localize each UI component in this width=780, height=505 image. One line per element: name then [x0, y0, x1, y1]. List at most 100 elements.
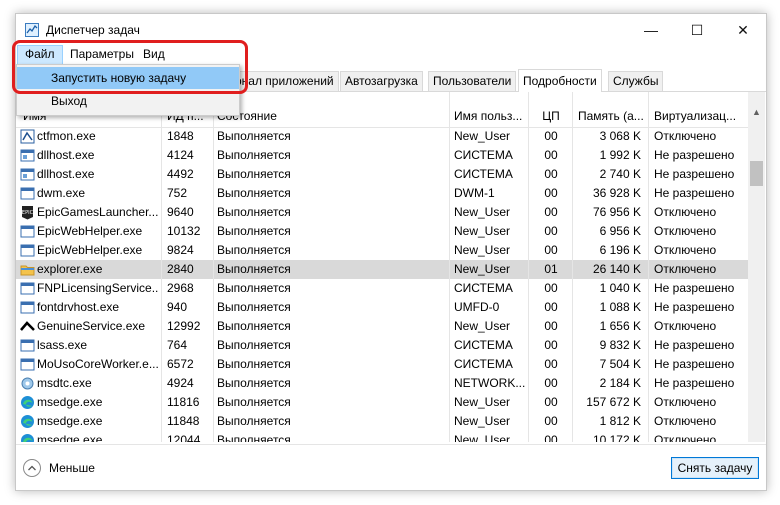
dllhost-icon: [20, 149, 35, 162]
process-memory: 2 740 K: [599, 167, 641, 181]
process-name: MoUsoCoreWorker.e...: [37, 357, 158, 371]
process-virtualization: Отключено: [654, 319, 717, 333]
process-state: Выполняется: [217, 148, 291, 162]
process-virtualization: Не разрешено: [654, 300, 735, 314]
table-row[interactable]: dllhost.exe 4124 Выполняется СИСТЕМА 00 1 992…: [16, 146, 748, 165]
table-row[interactable]: FNPLicensingService... 2968 Выполняется СИС…: [16, 279, 748, 298]
header-user[interactable]: Имя польз...: [454, 107, 526, 126]
table-row[interactable]: explorer.exe 2840 Выполняется New_User 01 26 …: [16, 260, 748, 279]
column-divider[interactable]: [161, 92, 162, 442]
process-state: Выполняется: [217, 205, 291, 219]
process-virtualization: Не разрешено: [654, 357, 735, 371]
process-cpu: 00: [544, 414, 558, 428]
epic-games-icon: EPIC: [22, 206, 34, 220]
header-cpu[interactable]: ЦП: [531, 107, 571, 126]
process-state: Выполняется: [217, 129, 291, 143]
table-row[interactable]: MoUsoCoreWorker.e... 6572 Выполняется СИСТЕ…: [16, 355, 748, 374]
tab-startup[interactable]: Автозагрузка: [340, 71, 423, 91]
chevron-up-icon: [23, 459, 41, 477]
process-cpu: 00: [544, 376, 558, 390]
column-divider[interactable]: [528, 92, 529, 442]
table-row[interactable]: dwm.exe 752 Выполняется DWM-1 00 36 928 K Не р…: [16, 184, 748, 203]
process-pid: 11848: [167, 414, 200, 428]
process-virtualization: Отключено: [654, 262, 717, 276]
table-row[interactable]: EpicWebHelper.exe 10132 Выполняется New_Use…: [16, 222, 748, 241]
column-divider[interactable]: [213, 92, 214, 442]
column-divider[interactable]: [572, 92, 573, 442]
process-memory: 76 956 K: [592, 205, 641, 219]
column-divider[interactable]: [449, 92, 450, 442]
window-title: Диспетчер задач: [46, 23, 140, 37]
column-divider[interactable]: [648, 92, 649, 442]
process-name: explorer.exe: [37, 262, 103, 276]
process-name: msedge.exe: [37, 414, 103, 428]
process-pid: 764: [167, 338, 188, 352]
process-state: Выполняется: [217, 186, 291, 200]
process-memory: 26 140 K: [592, 262, 641, 276]
process-cpu: 00: [544, 186, 558, 200]
process-memory: 7 504 K: [599, 357, 641, 371]
process-pid: 9824: [167, 243, 194, 257]
table-row[interactable]: fontdrvhost.exe 940 Выполняется UMFD-0 00 1 0…: [16, 298, 748, 317]
process-name: EpicGamesLauncher....: [37, 205, 158, 219]
process-user: New_User: [454, 224, 511, 238]
window-app-icon: [20, 358, 35, 371]
process-name: ctfmon.exe: [37, 129, 96, 143]
table-row[interactable]: ctfmon.exe 1848 Выполняется New_User 00 3 068…: [16, 127, 748, 146]
table-row[interactable]: msedge.exe 11816 Выполняется New_User 00 157 …: [16, 393, 748, 412]
table-row[interactable]: GenuineService.exe 12992 Выполняется New_Us…: [16, 317, 748, 336]
maximize-button[interactable]: ☐: [674, 14, 720, 46]
process-memory: 1 088 K: [599, 300, 641, 314]
header-memory[interactable]: Память (а...: [578, 107, 645, 126]
header-virtualization[interactable]: Виртуализац...: [654, 107, 746, 126]
process-user: New_User: [454, 414, 511, 428]
process-memory: 10 172 K: [592, 433, 641, 442]
process-name: msdtc.exe: [37, 376, 92, 390]
scroll-up-icon[interactable]: ▲: [748, 107, 765, 117]
process-name: EpicWebHelper.exe: [37, 243, 143, 257]
process-cpu: 00: [544, 205, 558, 219]
close-button[interactable]: ✕: [720, 14, 766, 46]
tab-services[interactable]: Службы: [608, 71, 664, 91]
process-user: DWM-1: [454, 186, 495, 200]
process-cpu: 00: [544, 433, 558, 442]
table-row[interactable]: EPIC EpicGamesLauncher.... 9640 Выполняется…: [16, 203, 748, 222]
process-user: СИСТЕМА: [454, 281, 513, 295]
table-row[interactable]: msdtc.exe 4924 Выполняется NETWORK... 00 2 18…: [16, 374, 748, 393]
process-pid: 6572: [167, 357, 194, 371]
process-user: NETWORK...: [454, 376, 526, 390]
process-memory: 6 956 K: [599, 224, 641, 238]
process-memory: 3 068 K: [599, 129, 641, 143]
minimize-button[interactable]: —: [628, 14, 674, 46]
header-state[interactable]: Состояние: [217, 107, 447, 126]
table-row[interactable]: lsass.exe 764 Выполняется СИСТЕМА 00 9 832 K Н…: [16, 336, 748, 355]
process-virtualization: Отключено: [654, 243, 717, 257]
end-task-button[interactable]: Снять задачу: [671, 457, 759, 479]
process-pid: 752: [167, 186, 188, 200]
tab-details[interactable]: Подробности: [518, 69, 602, 92]
process-user: СИСТЕМА: [454, 148, 513, 162]
process-virtualization: Не разрешено: [654, 167, 735, 181]
process-virtualization: Не разрешено: [654, 376, 735, 390]
vertical-scrollbar[interactable]: ▲: [748, 92, 765, 442]
process-name: EpicWebHelper.exe: [37, 224, 143, 238]
table-row[interactable]: EpicWebHelper.exe 9824 Выполняется New_User…: [16, 241, 748, 260]
process-virtualization: Не разрешено: [654, 186, 735, 200]
dwm-icon: [20, 187, 35, 200]
process-memory: 1 656 K: [599, 319, 641, 333]
scroll-thumb[interactable]: [750, 161, 763, 186]
process-state: Выполняется: [217, 414, 291, 428]
process-memory: 1 992 K: [599, 148, 641, 162]
window-app-icon: [20, 339, 35, 352]
footer-bar: Меньше Снять задачу: [16, 444, 766, 490]
process-user: СИСТЕМА: [454, 357, 513, 371]
task-manager-icon: [25, 23, 39, 37]
process-cpu: 00: [544, 148, 558, 162]
tab-users[interactable]: Пользователи: [428, 71, 517, 91]
table-row[interactable]: msedge.exe 12044 Выполняется New_User 00 10 1…: [16, 431, 748, 442]
process-pid: 12044: [167, 433, 201, 442]
process-virtualization: Не разрешено: [654, 148, 735, 162]
table-row[interactable]: dllhost.exe 4492 Выполняется СИСТЕМА 00 2 740…: [16, 165, 748, 184]
dllhost-icon: [20, 168, 35, 181]
table-row[interactable]: msedge.exe 11848 Выполняется New_User 00 1 81…: [16, 412, 748, 431]
